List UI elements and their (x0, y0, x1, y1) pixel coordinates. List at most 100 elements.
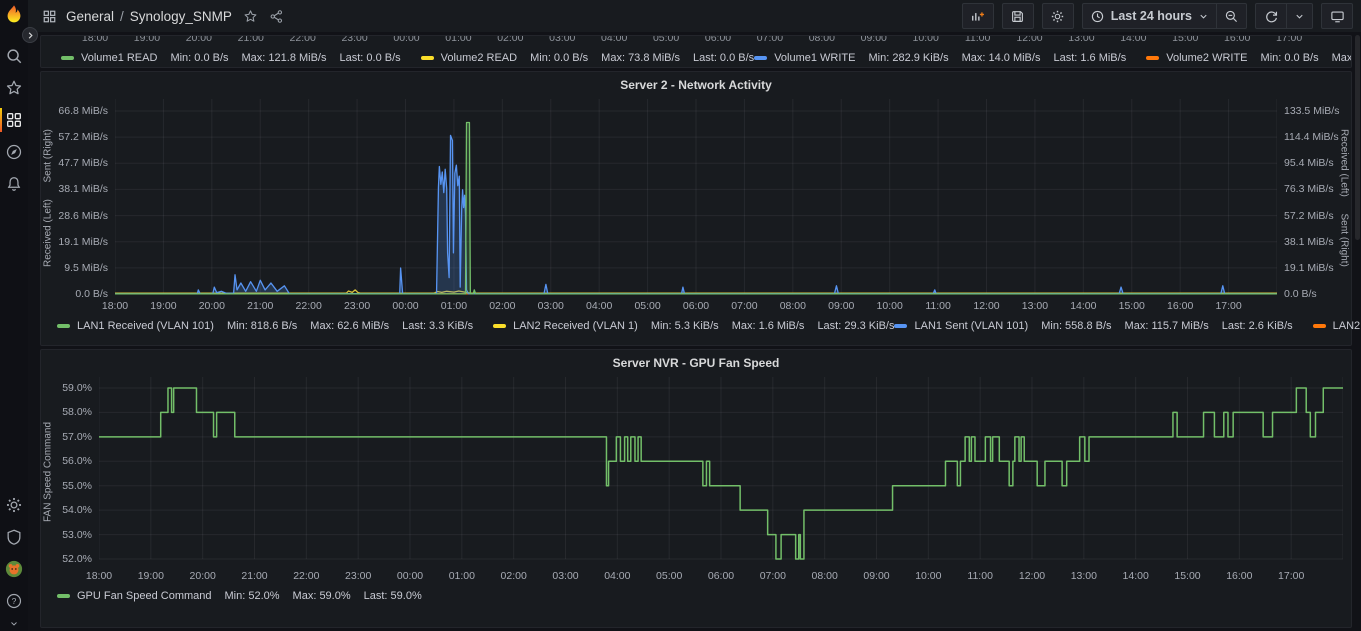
panel-title[interactable]: Server 2 - Network Activity (41, 72, 1351, 96)
legend-stat-min: Min: 0.0 B/s (1260, 52, 1319, 64)
gpu-x-axis: 18:00 19:00 20:00 21:00 22:00 23:00 00:00 01:00… (86, 570, 1343, 584)
x-tick-label: 11:00 (964, 35, 991, 44)
sidebar-item-explore[interactable] (0, 136, 28, 168)
legend-item[interactable]: GPU Fan Speed Command Min: 52.0% Max: 59.0… (57, 590, 422, 602)
legend-item[interactable]: LAN2 Received (VLAN 1) Min: 5.3 KiB/s Max:… (493, 320, 894, 332)
legend-swatch (754, 56, 768, 60)
legend-swatch (1312, 324, 1326, 328)
network-legend: LAN1 Received (VLAN 101) Min: 818.6 B/s Ma… (41, 314, 1361, 336)
legend-item[interactable]: LAN1 Sent (VLAN 101) Min: 558.8 B/s Max: 1… (894, 320, 1293, 332)
navbar: General / Synology_SNMP Last 24 hours (28, 0, 1361, 32)
refresh-button[interactable] (1255, 3, 1287, 29)
y-tick-label: 59.0% (62, 382, 92, 394)
user-avatar[interactable] (0, 553, 28, 585)
shield-icon (7, 529, 21, 545)
x-tick-label: 17:00 (1275, 35, 1303, 44)
x-tick-label: 14:00 (1120, 35, 1147, 44)
x-tick-label: 21:00 (237, 35, 264, 44)
legend-stat-min: Min: 282.9 KiB/s (868, 52, 949, 64)
legend-series-name: LAN2 Received (VLAN 1) (513, 320, 638, 332)
panel-title[interactable]: Server NVR - GPU Fan Speed (41, 350, 1351, 374)
sidebar-item-server-admin[interactable] (0, 521, 28, 553)
apps-grid-icon (43, 10, 56, 22)
breadcrumb-dashboard-title[interactable]: Synology_SNMP (130, 9, 232, 24)
gpu-y-axis-label: FAN Speed Command (42, 421, 54, 523)
legend-item[interactable]: LAN1 Received (VLAN 101) Min: 818.6 B/s Ma… (57, 320, 473, 332)
sidebar-item-dashboards[interactable] (0, 104, 28, 136)
dashboard-settings-button[interactable] (1041, 3, 1074, 29)
star-dashboard-icon[interactable] (243, 9, 258, 24)
sidebar-expand-button[interactable] (22, 27, 38, 43)
x-tick-label: 09:00 (863, 570, 890, 582)
time-range-picker[interactable]: Last 24 hours (1081, 3, 1217, 29)
x-tick-label: 10:00 (876, 300, 903, 312)
y-tick-label: 55.0% (62, 479, 92, 492)
y-tick-label: 47.7 MiB/s (58, 157, 108, 170)
y-tick-label: 133.5 MiB/s (1284, 105, 1340, 117)
network-left-axis-ticks: 66.8 MiB/s 57.2 MiB/s 47.7 MiB/s 38.1 MiB/s… (55, 96, 115, 300)
refresh-interval-dropdown[interactable] (1287, 3, 1313, 29)
legend-stat-min: Min: 0.0 B/s (530, 52, 589, 64)
add-panel-button[interactable] (961, 3, 994, 29)
grafana-logo[interactable] (3, 4, 25, 26)
x-tick-label: 23:00 (345, 570, 372, 582)
legend-item[interactable]: Volume2 WRITE Min: 0.0 B/s Max: 56.7 MiB/s… (1146, 52, 1352, 64)
refresh-icon (1265, 10, 1277, 22)
x-tick-label: 00:00 (396, 570, 424, 582)
x-tick-label: 04:00 (586, 300, 613, 312)
y-tick-label: 54.0% (62, 504, 92, 517)
x-tick-label: 13:00 (1070, 570, 1097, 582)
y-tick-label: 19.1 MiB/s (58, 235, 108, 248)
x-tick-label: 15:00 (1118, 300, 1145, 312)
legend-item[interactable]: Volume2 READ Min: 0.0 B/s Max: 73.8 MiB/s L… (420, 52, 754, 64)
x-tick-label: 07:00 (731, 300, 758, 312)
network-left-axis-label: Received (Left) Sent (Right) (42, 129, 54, 267)
breadcrumb-folder[interactable]: General (66, 9, 114, 24)
bell-icon (7, 177, 21, 191)
x-tick-label: 17:00 (1215, 300, 1242, 312)
panel-gpu-fan-speed: Server NVR - GPU Fan Speed FAN Speed Com… (40, 349, 1352, 628)
legend-swatch (420, 56, 434, 60)
sidebar-scroll-more[interactable] (0, 617, 28, 631)
network-right-axis-label: Received (Left) Sent (Right) (1338, 129, 1350, 267)
sidebar-item-search[interactable] (0, 40, 28, 72)
clock-icon (1091, 10, 1103, 22)
dashboards-grid-icon (7, 113, 21, 127)
sidebar-item-help[interactable]: ? (0, 585, 28, 617)
y-tick-label: 0.0 B/s (75, 288, 108, 300)
legend-stat-max: Max: 1.6 MiB/s (731, 320, 805, 332)
y-tick-label: 57.2 MiB/s (58, 131, 108, 144)
x-tick-label: 06:00 (682, 300, 710, 312)
sidebar-item-starred[interactable] (0, 72, 28, 104)
legend-swatch (57, 324, 70, 328)
legend-series-name: Volume1 READ (81, 52, 158, 64)
sidebar-item-alerting[interactable] (0, 168, 28, 200)
gpu-y-axis-ticks: 59.0% 58.0% 57.0% 56.0% 55.0% 54.0% 53.0% 52.0% (55, 374, 99, 570)
time-range-zoom-out-button[interactable] (1217, 3, 1247, 29)
x-tick-label: 22:00 (295, 300, 322, 312)
help-icon: ? (6, 593, 22, 609)
cycle-view-mode-button[interactable] (1321, 3, 1353, 29)
share-dashboard-icon[interactable] (269, 9, 284, 24)
x-tick-label: 15:00 (1172, 35, 1199, 44)
save-dashboard-button[interactable] (1001, 3, 1034, 29)
x-tick-label: 15:00 (1174, 570, 1201, 582)
scrollbar-thumb[interactable] (1355, 35, 1360, 240)
x-tick-label: 22:00 (289, 35, 316, 44)
sidebar-item-configuration[interactable] (0, 489, 28, 521)
legend-item[interactable]: Volume1 WRITE Min: 282.9 KiB/s Max: 14.0 M… (754, 52, 1126, 64)
x-tick-label: 09:00 (828, 300, 855, 312)
chevron-down-icon (1296, 14, 1303, 19)
save-icon (1012, 10, 1024, 22)
y-tick-label: 66.8 MiB/s (58, 105, 108, 117)
network-plot-area[interactable] (115, 96, 1277, 300)
legend-stat-max: Max: 115.7 MiB/s (1124, 320, 1209, 332)
tv-monitor-icon (1330, 10, 1344, 22)
x-tick-label: 20:00 (189, 570, 216, 582)
gpu-plot-area[interactable] (99, 374, 1343, 570)
legend-item[interactable]: Volume1 READ Min: 0.0 B/s Max: 121.8 MiB/s… (61, 52, 401, 64)
legend-stat-last: Last: 59.0% (363, 590, 422, 602)
legend-stat-max: Max: 56.7 MiB/s (1331, 52, 1352, 64)
sidebar: ? (0, 0, 28, 631)
x-tick-label: 19:00 (133, 35, 161, 44)
